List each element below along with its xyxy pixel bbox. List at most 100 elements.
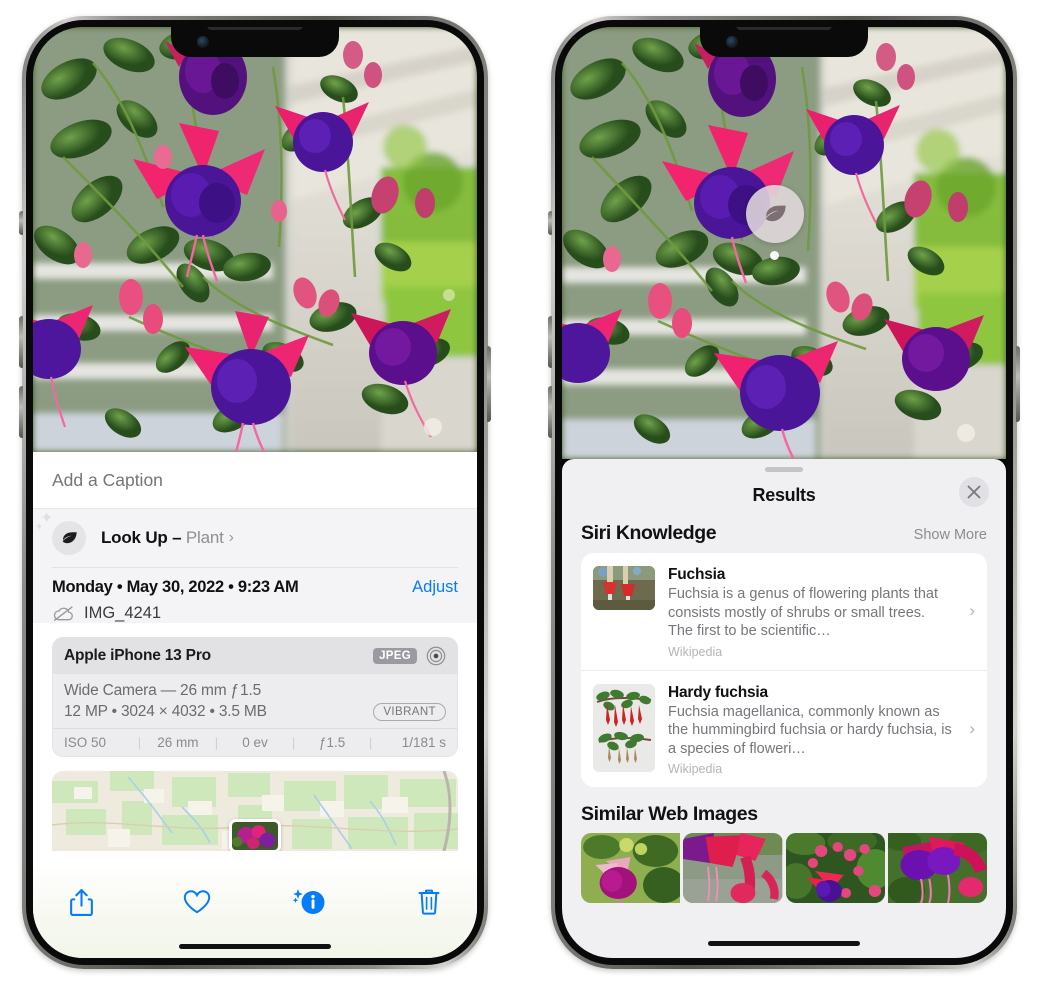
web-image-3[interactable] — [785, 833, 885, 904]
look-up-subject: Plant — [185, 528, 224, 547]
volume-up-button-right[interactable] — [548, 211, 552, 235]
volume-down-button-right-2[interactable] — [548, 386, 552, 438]
look-up-row[interactable]: ✦ ✦ Look Up – Plant › — [35, 509, 458, 567]
delete-button[interactable] — [407, 882, 451, 922]
right-phone-screen: Results Siri Knowledge Show More Fuchsia… — [562, 27, 1006, 958]
location-map[interactable] — [52, 771, 458, 851]
results-title: Results — [752, 484, 816, 505]
web-image-2[interactable] — [683, 833, 783, 904]
volume-down-button[interactable] — [19, 316, 23, 368]
knowledge-description: Fuchsia magellanica, commonly known as t… — [668, 703, 952, 757]
notch — [171, 27, 339, 57]
share-button[interactable] — [59, 882, 103, 922]
camera-info-card[interactable]: Apple iPhone 13 Pro JPEG Wide Camera — 2… — [52, 637, 458, 757]
volume-down-button-right[interactable] — [548, 316, 552, 368]
metadata-date-row: Monday • May 30, 2022 • 9:23 AM Adjust — [52, 578, 458, 597]
web-image-1[interactable] — [581, 833, 681, 904]
camera-card-body: Wide Camera — 26 mm ƒ 1.5 12 MP • 3024 ×… — [53, 674, 457, 728]
chevron-right-icon: › — [228, 529, 234, 546]
earpiece-speaker — [207, 27, 303, 30]
photo-filename: IMG_4241 — [84, 604, 162, 622]
photographic-style-badge: VIBRANT — [373, 703, 446, 721]
camera-model: Apple iPhone 13 Pro — [64, 647, 211, 664]
screenshot-canvas: ✦ ✦ Look Up – Plant › — [0, 0, 1055, 985]
siri-knowledge-card: Fuchsia Fuchsia is a genus of flowering … — [581, 553, 987, 788]
volume-up-button[interactable] — [19, 211, 23, 235]
camera-size-row: 12 MP • 3024 × 4032 • 3.5 MB VIBRANT — [64, 703, 446, 721]
format-badge: JPEG — [373, 648, 417, 664]
similar-web-images-title: Similar Web Images — [581, 803, 758, 826]
knowledge-item-fuchsia[interactable]: Fuchsia Fuchsia is a genus of flowering … — [581, 553, 987, 670]
fuchsia-photo — [33, 27, 477, 452]
leaf-icon — [765, 205, 786, 221]
heart-icon — [183, 890, 211, 914]
chevron-right-icon: › — [969, 601, 975, 621]
leaf-icon: ✦ ✦ — [35, 511, 86, 555]
fuchsia-thumbnail-image — [593, 566, 655, 610]
caption-input[interactable] — [52, 469, 458, 491]
power-button[interactable] — [487, 346, 491, 422]
look-up-text: Look Up – — [101, 528, 186, 547]
power-button-right[interactable] — [1016, 346, 1020, 422]
knowledge-title: Hardy fuchsia — [668, 683, 768, 701]
results-header: Results — [562, 472, 1006, 518]
knowledge-text: Fuchsia Fuchsia is a genus of flowering … — [655, 566, 975, 659]
photo-info-sheet: ✦ ✦ Look Up – Plant › — [33, 452, 477, 958]
front-camera-icon-right — [726, 36, 738, 48]
left-phone-screen: ✦ ✦ Look Up – Plant › — [33, 27, 477, 958]
map-pin-thumbnail — [232, 822, 278, 850]
info-button[interactable] — [287, 882, 331, 922]
info-sparkle-icon — [292, 889, 325, 914]
metadata-file-row: IMG_4241 — [52, 604, 458, 623]
results-sheet: Results Siri Knowledge Show More Fuchsia… — [562, 459, 1006, 958]
earpiece-speaker-right — [736, 27, 832, 30]
home-indicator[interactable] — [179, 944, 331, 949]
photo-toolbar — [33, 866, 477, 958]
volume-down-button-2[interactable] — [19, 386, 23, 438]
photo-viewer-right[interactable] — [562, 27, 1006, 459]
knowledge-description: Fuchsia is a genus of flowering plants t… — [668, 586, 939, 640]
leaf-glyph-icon — [62, 531, 77, 543]
map-photo-pin[interactable] — [229, 819, 281, 851]
knowledge-thumbnail — [593, 566, 655, 610]
chevron-right-icon: › — [969, 718, 975, 738]
aperture-icon — [426, 646, 446, 666]
knowledge-item-hardy-fuchsia[interactable]: Hardy fuchsia Fuchsia magellanica, commo… — [581, 669, 987, 788]
notch-right — [700, 27, 868, 57]
camera-size-line: 12 MP • 3024 × 4032 • 3.5 MB — [64, 703, 267, 720]
left-phone: ✦ ✦ Look Up – Plant › — [19, 16, 491, 969]
cloud-slash-icon — [53, 606, 73, 622]
web-image-4[interactable] — [887, 833, 987, 904]
look-up-label: Look Up – Plant — [101, 528, 224, 548]
adjust-button[interactable]: Adjust — [412, 578, 458, 597]
web-image-thumbnail — [581, 833, 681, 904]
sparkle-small-icon: ✦ — [35, 522, 44, 533]
hardy-fuchsia-thumbnail-image — [593, 683, 655, 772]
show-more-button[interactable]: Show More — [914, 527, 987, 543]
metadata-section: Monday • May 30, 2022 • 9:23 AM Adjust I… — [33, 568, 477, 623]
exif-ev: 0 ev — [242, 735, 268, 750]
visual-look-up-marker[interactable] — [746, 185, 804, 243]
close-icon — [967, 485, 981, 499]
similar-web-images-header: Similar Web Images — [562, 787, 1006, 833]
similar-web-images-grid — [562, 833, 1006, 904]
photo-viewer[interactable] — [33, 27, 477, 452]
home-indicator-right[interactable] — [708, 941, 860, 946]
front-camera-icon — [197, 36, 209, 48]
exif-row: ISO 50 | 26 mm | 0 ev | ƒ1.5 | 1/181 s — [53, 728, 457, 756]
web-image-thumbnail — [683, 833, 783, 904]
knowledge-title: Fuchsia — [668, 566, 726, 583]
exif-shutter: 1/181 s — [401, 735, 446, 750]
close-button[interactable] — [959, 477, 989, 507]
caption-field-row[interactable] — [33, 452, 477, 509]
web-image-thumbnail — [887, 833, 987, 904]
right-phone: Results Siri Knowledge Show More Fuchsia… — [548, 16, 1020, 969]
siri-knowledge-header: Siri Knowledge Show More — [562, 518, 1006, 553]
favorite-button[interactable] — [175, 882, 219, 922]
camera-card-header: Apple iPhone 13 Pro JPEG — [53, 638, 457, 674]
fuchsia-photo-right — [562, 27, 1006, 459]
knowledge-thumbnail — [593, 683, 655, 772]
look-up-section: ✦ ✦ Look Up – Plant › — [33, 509, 477, 568]
exif-focal: 26 mm — [157, 735, 199, 750]
photo-date: Monday • May 30, 2022 • 9:23 AM — [52, 578, 299, 596]
